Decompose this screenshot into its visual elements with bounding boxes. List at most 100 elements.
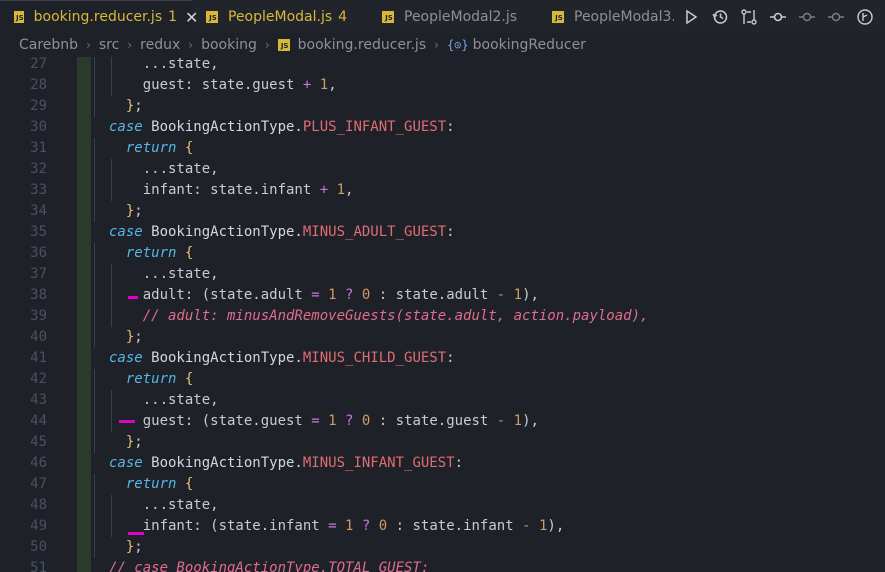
code-editor[interactable]: 27 ...state, 28 guest: state.guest + 1, 29};… [0, 57, 885, 572]
code-token: : [454, 455, 464, 471]
code-token: : [446, 224, 455, 240]
code-line: 37 ...state, [0, 264, 885, 285]
code-token: ; [134, 203, 143, 219]
code-token: { [184, 371, 194, 387]
line-number: 51 [30, 560, 47, 572]
git-modified-indicator [77, 138, 91, 159]
line-number: 28 [30, 77, 47, 93]
breadcrumb-item[interactable]: bookingReducer [473, 37, 586, 53]
code-line: 27 ...state, [0, 57, 885, 75]
error-squiggle-marker [128, 296, 138, 299]
breadcrumb-item[interactable]: booking [201, 37, 257, 53]
code-token: MINUS_CHILD_GUEST [302, 350, 447, 366]
code-token: BookingActionType. [142, 350, 303, 366]
tab-booking-reducer-js[interactable]: JS booking.reducer.js 1 ✕ [0, 0, 198, 33]
code-text: guest: (state.guest = 1 ? 0 : state.gues… [143, 411, 539, 432]
code-token: ...state, [142, 497, 219, 513]
breadcrumb-item[interactable]: Carebnb [19, 37, 78, 53]
code-text: }; [126, 537, 143, 558]
code-text: return { [126, 243, 193, 264]
run-icon[interactable] [682, 8, 700, 26]
code-token: ), [522, 287, 539, 303]
tab-label: booking.reducer.js [33, 9, 163, 25]
line-number: 32 [30, 161, 47, 177]
code-token: 0 [378, 518, 388, 534]
code-token: = [311, 287, 320, 303]
code-token: { [184, 140, 194, 156]
code-text: ...state, [143, 159, 219, 180]
indent-guide [94, 264, 95, 285]
git-modified-indicator [77, 390, 91, 411]
breadcrumb-item[interactable]: redux [140, 37, 180, 53]
indent-guide [94, 327, 95, 348]
code-token: 1 [319, 77, 329, 93]
previous-change-icon[interactable] [798, 8, 816, 26]
git-graph-icon[interactable] [856, 8, 874, 26]
code-text: infant: (state.infant = 1 ? 0 : state.in… [143, 516, 565, 537]
git-modified-indicator [77, 75, 91, 96]
indent-guide [94, 243, 95, 264]
indent-guide [94, 390, 95, 411]
next-change-icon[interactable] [827, 8, 845, 26]
code-token: 1 [336, 182, 346, 198]
code-token: + [319, 182, 329, 198]
code-token: infant: state.infant [142, 182, 320, 198]
commit-icon[interactable] [769, 8, 787, 26]
tab-label: PeopleModal.js [228, 8, 333, 25]
code-token: = [311, 413, 320, 429]
tab-peoplemodal2-js[interactable]: JS PeopleModal2.js [368, 0, 538, 33]
symbol-icon: {⊙} [446, 38, 469, 52]
git-modified-indicator [77, 222, 91, 243]
code-token: : state.adult [370, 287, 497, 303]
indent-guide [94, 306, 95, 327]
git-modified-indicator [77, 264, 91, 285]
line-number: 41 [30, 350, 47, 366]
tab-label: PeopleModal3.js [574, 8, 688, 25]
code-token: , [345, 182, 354, 198]
git-modified-indicator [77, 243, 91, 264]
breadcrumb-item[interactable]: booking.reducer.js [298, 37, 426, 53]
indent-guide [111, 495, 112, 516]
code-text: }; [126, 201, 143, 222]
code-line: 29}; [0, 96, 885, 117]
code-line: 41 case BookingActionType.MINUS_CHILD_GUE… [0, 348, 885, 369]
breadcrumb-item[interactable]: src [99, 37, 119, 53]
line-number: 47 [30, 476, 47, 492]
chevron-right-icon: › [434, 38, 439, 52]
code-text: }; [126, 327, 143, 348]
code-token: adult: (state.adult [142, 287, 312, 303]
code-token: return [125, 140, 177, 156]
indent-guide [94, 495, 95, 516]
code-token: case [109, 119, 143, 135]
compare-changes-icon[interactable] [740, 8, 758, 26]
tab-peoplemodal-js[interactable]: JS PeopleModal.js 4 [192, 0, 368, 33]
indent-guide [94, 474, 95, 495]
code-token: = [328, 518, 337, 534]
editor-actions [674, 0, 885, 33]
code-line: 50}; [0, 537, 885, 558]
code-token: BookingActionType. [142, 455, 303, 471]
code-text: // adult: minusAndRemoveGuests(state.adu… [143, 306, 649, 327]
line-number: 43 [30, 392, 47, 408]
code-token: 1 [513, 287, 523, 303]
code-token: case [109, 455, 143, 471]
indent-guide [94, 180, 95, 201]
chevron-right-icon: › [86, 38, 91, 52]
git-modified-indicator [77, 453, 91, 474]
line-number: 37 [30, 266, 47, 282]
code-token: : state.infant [387, 518, 523, 534]
code-line: 32 ...state, [0, 159, 885, 180]
indent-guide [94, 159, 95, 180]
breadcrumb: Carebnb › src › redux › booking › JS booking.redu… [0, 33, 885, 57]
history-icon[interactable] [711, 8, 729, 26]
line-number: 31 [30, 140, 47, 156]
